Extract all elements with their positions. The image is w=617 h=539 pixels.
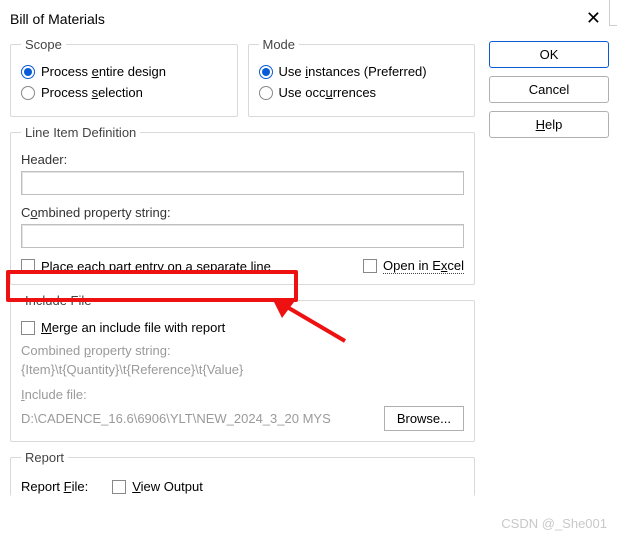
scope-legend: Scope [21, 37, 66, 52]
radio-label: Process entire design [41, 64, 166, 79]
checkbox-icon [112, 480, 126, 494]
radio-label: Use instances (Preferred) [279, 64, 427, 79]
radio-process-entire-design[interactable]: Process entire design [21, 64, 227, 79]
radio-use-occurrences[interactable]: Use occurrences [259, 85, 465, 100]
watermark: CSDN @_She001 [501, 516, 607, 531]
radio-process-selection[interactable]: Process selection [21, 85, 227, 100]
checkbox-open-in-excel[interactable]: Open in Excel [363, 258, 464, 274]
radio-label: Process selection [41, 85, 143, 100]
mode-legend: Mode [259, 37, 300, 52]
browse-button[interactable]: Browse... [384, 406, 464, 431]
cancel-button[interactable]: Cancel [489, 76, 609, 103]
help-button[interactable]: Help [489, 111, 609, 138]
radio-icon [21, 65, 35, 79]
include-file-group: Include File Merge an include file with … [10, 293, 475, 442]
radio-icon [259, 65, 273, 79]
checkbox-icon [363, 259, 377, 273]
line-item-definition-group: Line Item Definition Header: Combined pr… [10, 125, 475, 285]
report-legend: Report [21, 450, 68, 465]
include-file-value: D:\CADENCE_16.6\6906\YLT\NEW_2024_3_20 M… [21, 411, 376, 426]
include-file-label: Include file: [21, 387, 464, 402]
checkbox-view-output[interactable]: View Output [112, 479, 203, 494]
report-group: Report Report File: View Output [10, 450, 475, 496]
checkbox-label: View Output [132, 479, 203, 494]
scope-group: Scope Process entire design Process sele… [10, 37, 238, 117]
close-icon[interactable]: ✕ [576, 6, 611, 31]
header-label: Header: [21, 152, 464, 167]
ok-button[interactable]: OK [489, 41, 609, 68]
checkbox-merge-include[interactable]: Merge an include file with report [21, 320, 464, 335]
combined-label: Combined property string: [21, 205, 464, 220]
header-input[interactable] [21, 171, 464, 195]
mode-group: Mode Use instances (Preferred) Use occur… [248, 37, 476, 117]
checkbox-separate-line[interactable]: Place each part entry on a separate line [21, 259, 271, 274]
radio-icon [259, 86, 273, 100]
dialog-title: Bill of Materials [10, 11, 105, 27]
report-file-label: Report File: [21, 479, 88, 494]
checkbox-label: Open in Excel [383, 258, 464, 274]
lineitem-legend: Line Item Definition [21, 125, 140, 140]
include-combined-value: {Item}\t{Quantity}\t{Reference}\t{Value} [21, 362, 464, 377]
radio-icon [21, 86, 35, 100]
checkbox-icon [21, 259, 35, 273]
include-combined-label: Combined property string: [21, 343, 464, 358]
radio-label: Use occurrences [279, 85, 377, 100]
checkbox-icon [21, 321, 35, 335]
checkbox-label: Merge an include file with report [41, 320, 225, 335]
radio-use-instances[interactable]: Use instances (Preferred) [259, 64, 465, 79]
include-legend: Include File [21, 293, 95, 308]
combined-property-input[interactable] [21, 224, 464, 248]
checkbox-label: Place each part entry on a separate line [41, 259, 271, 274]
